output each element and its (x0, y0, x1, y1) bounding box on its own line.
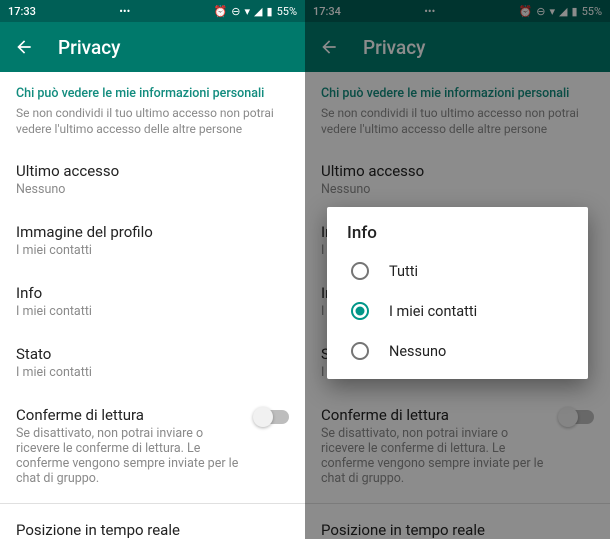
read-receipts-switch[interactable] (560, 410, 594, 424)
option-label: Tutti (389, 263, 418, 280)
item-profile-photo[interactable]: Immagine del profilo I miei contatti (0, 210, 305, 271)
radio-icon (351, 262, 369, 280)
option-label: I miei contatti (389, 303, 477, 320)
status-icons: ••• (119, 5, 130, 18)
item-title: Stato (16, 345, 289, 363)
settings-content: Chi può vedere le mie informazioni perso… (0, 72, 305, 539)
wifi-icon: ▾ (245, 5, 251, 18)
item-title: Posizione in tempo reale (16, 521, 289, 539)
status-time: 17:34 (313, 5, 341, 18)
screen-privacy-settings: 17:33 ••• ⏰ ⊖ ▾ ◢ ▮ 55% Privacy Chi può … (0, 0, 305, 539)
radio-icon (351, 302, 369, 320)
item-read-receipts[interactable]: Conferme di lettura Se disattivato, non … (0, 393, 305, 499)
item-title: Ultimo accesso (321, 162, 594, 180)
item-title: Posizione in tempo reale (321, 521, 594, 539)
item-status[interactable]: Stato I miei contatti (0, 332, 305, 393)
page-title: Privacy (58, 36, 120, 59)
battery-percent: 55% (582, 5, 602, 18)
section-note: Se non condividi il tuo ultimo accesso n… (0, 105, 305, 149)
status-bar: 17:33 ••• ⏰ ⊖ ▾ ◢ ▮ 55% (0, 0, 305, 22)
alarm-icon: ⏰ (214, 5, 228, 18)
battery-percent: 55% (277, 5, 297, 18)
section-note: Se non condividi il tuo ultimo accesso n… (305, 105, 610, 149)
item-title: Conferme di lettura (16, 406, 243, 424)
item-title: Ultimo accesso (16, 162, 289, 180)
option-everyone[interactable]: Tutti (327, 251, 588, 291)
info-dialog: Info Tutti I miei contatti Nessuno (327, 207, 588, 379)
section-header: Chi può vedere le mie informazioni perso… (305, 72, 610, 105)
item-live-location[interactable]: Posizione in tempo reale Nessuno (0, 508, 305, 539)
vpn-icon: ⊖ (231, 5, 240, 18)
page-title: Privacy (363, 36, 425, 59)
status-time: 17:33 (8, 5, 36, 18)
more-icon: ••• (119, 5, 130, 18)
back-icon[interactable] (14, 37, 34, 57)
status-bar: 17:34 ••• ⏰ ⊖ ▾ ◢ ▮ 55% (305, 0, 610, 22)
divider (0, 503, 305, 504)
battery-icon: ▮ (267, 5, 273, 18)
alarm-icon: ⏰ (519, 5, 533, 18)
item-sub: I miei contatti (16, 304, 289, 319)
item-sub: Se disattivato, non potrai inviare o ric… (16, 426, 243, 486)
dialog-title: Info (327, 223, 588, 251)
item-about[interactable]: Info I miei contatti (0, 271, 305, 332)
status-icons: ••• (424, 5, 435, 18)
vpn-icon: ⊖ (536, 5, 545, 18)
item-sub: Nessuno (16, 182, 289, 197)
back-icon[interactable] (319, 37, 339, 57)
item-sub: I miei contatti (16, 365, 289, 380)
option-my-contacts[interactable]: I miei contatti (327, 291, 588, 331)
item-title: Info (16, 284, 289, 302)
divider (305, 503, 610, 504)
item-title: Immagine del profilo (16, 223, 289, 241)
item-sub: Nessuno (321, 182, 594, 197)
status-right: ⏰ ⊖ ▾ ◢ ▮ 55% (519, 5, 602, 18)
item-last-seen[interactable]: Ultimo accesso Nessuno (0, 149, 305, 210)
radio-icon (351, 342, 369, 360)
item-sub: I miei contatti (16, 243, 289, 258)
item-sub: Se disattivato, non potrai inviare o ric… (321, 426, 548, 486)
signal-icon: ◢ (254, 5, 262, 18)
item-title: Conferme di lettura (321, 406, 548, 424)
more-icon: ••• (424, 5, 435, 18)
read-receipts-switch[interactable] (255, 410, 289, 424)
action-bar: Privacy (305, 22, 610, 72)
signal-icon: ◢ (559, 5, 567, 18)
item-read-receipts[interactable]: Conferme di lettura Se disattivato, non … (305, 393, 610, 499)
action-bar: Privacy (0, 22, 305, 72)
status-right: ⏰ ⊖ ▾ ◢ ▮ 55% (214, 5, 297, 18)
battery-icon: ▮ (572, 5, 578, 18)
option-nobody[interactable]: Nessuno (327, 331, 588, 371)
item-live-location[interactable]: Posizione in tempo reale Nessuno (305, 508, 610, 539)
item-last-seen[interactable]: Ultimo accesso Nessuno (305, 149, 610, 210)
wifi-icon: ▾ (550, 5, 556, 18)
screen-privacy-dialog: 17:34 ••• ⏰ ⊖ ▾ ◢ ▮ 55% Privacy Chi può … (305, 0, 610, 539)
section-header: Chi può vedere le mie informazioni perso… (0, 72, 305, 105)
option-label: Nessuno (389, 343, 446, 360)
